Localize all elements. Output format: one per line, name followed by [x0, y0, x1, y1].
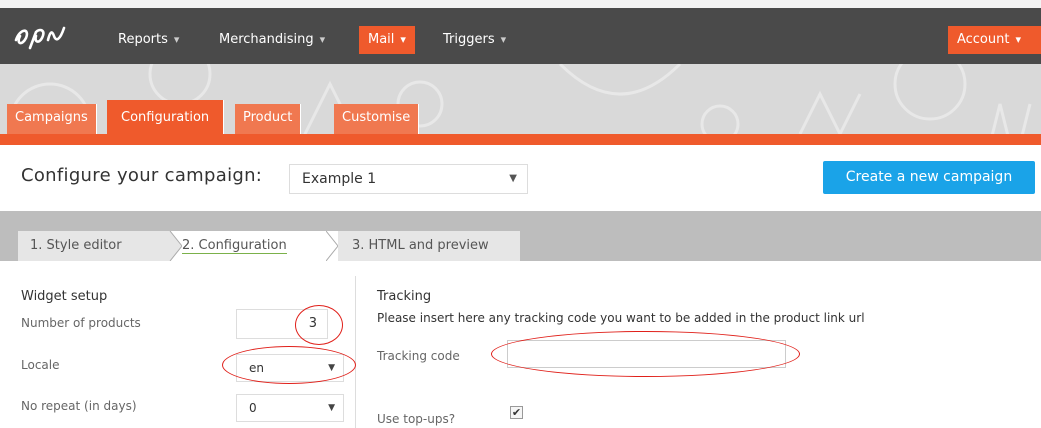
step-bar: 1. Style editor 2. Configuration 3. HTML… [18, 231, 520, 261]
active-tab-pointer-icon [157, 134, 173, 142]
use-topups-checkbox[interactable]: ✔ [510, 406, 523, 419]
widget-setup-heading: Widget setup [21, 289, 108, 304]
tab-campaigns[interactable]: Campaigns [7, 104, 97, 134]
top-navigation-bar: Reports ▾ Merchandising ▾ Mail ▾ Triggers ▾ … [0, 0, 1041, 64]
create-new-campaign-button[interactable]: Create a new campaign [823, 161, 1035, 194]
campaign-select-value: Example 1 [302, 171, 377, 187]
locale-select-value: en [249, 361, 264, 375]
nav-merchandising[interactable]: Merchandising ▾ [210, 26, 334, 54]
nav-mail-label: Mail [368, 32, 395, 47]
epi-logo[interactable] [12, 18, 92, 54]
tracking-heading: Tracking [377, 289, 432, 304]
tracking-code-label: Tracking code [377, 349, 460, 363]
tracking-description: Please insert here any tracking code you… [377, 311, 865, 325]
chevron-down-icon: ▾ [1015, 33, 1021, 46]
number-of-products-label: Number of products [21, 316, 141, 330]
dropdown-arrow-icon: ▼ [328, 403, 335, 413]
no-repeat-select[interactable]: 0 ▼ [236, 394, 344, 422]
configure-campaign-row: Configure your campaign: Example 1 ▼ Cre… [0, 145, 1041, 211]
dropdown-arrow-icon: ▼ [328, 363, 335, 373]
tab-configuration[interactable]: Configuration [107, 100, 225, 134]
chevron-down-icon: ▾ [319, 33, 326, 46]
step-html-and-preview[interactable]: 3. HTML and preview [338, 231, 520, 261]
tab-product-sets[interactable]: Product sets [235, 104, 302, 153]
configure-campaign-label: Configure your campaign: [21, 165, 263, 186]
nav-account[interactable]: Account ▾ [947, 26, 1041, 54]
nav-mail[interactable]: Mail ▾ [359, 26, 415, 54]
column-divider [355, 276, 356, 428]
locale-label: Locale [21, 358, 60, 372]
nav-reports[interactable]: Reports ▾ [109, 26, 188, 54]
nav-merchandising-label: Merchandising [219, 32, 314, 47]
step-navigation: 1. Style editor 2. Configuration 3. HTML… [0, 211, 1041, 261]
step-configuration[interactable]: 2. Configuration [176, 231, 336, 261]
no-repeat-select-value: 0 [249, 401, 257, 415]
chevron-down-icon: ▾ [400, 33, 406, 46]
chevron-down-icon: ▾ [500, 33, 507, 46]
number-of-products-input[interactable]: 3 [236, 309, 328, 339]
dropdown-arrow-icon: ▼ [509, 173, 517, 184]
locale-select[interactable]: en ▼ [236, 354, 344, 382]
step-configuration-label: 2. Configuration [182, 238, 287, 254]
no-repeat-label: No repeat (in days) [21, 399, 137, 413]
chevron-down-icon: ▾ [173, 33, 180, 46]
use-topups-label: Use top-ups? [377, 412, 456, 426]
tracking-code-input[interactable] [507, 340, 786, 368]
nav-account-label: Account [956, 32, 1010, 47]
campaign-select[interactable]: Example 1 ▼ [289, 164, 528, 194]
nav-reports-label: Reports [118, 32, 168, 47]
tab-customise-email-attributes[interactable]: Customise email attributes [334, 104, 420, 181]
step-style-editor[interactable]: 1. Style editor [18, 231, 170, 261]
nav-triggers-label: Triggers [443, 32, 495, 47]
nav-triggers[interactable]: Triggers ▾ [434, 26, 515, 54]
